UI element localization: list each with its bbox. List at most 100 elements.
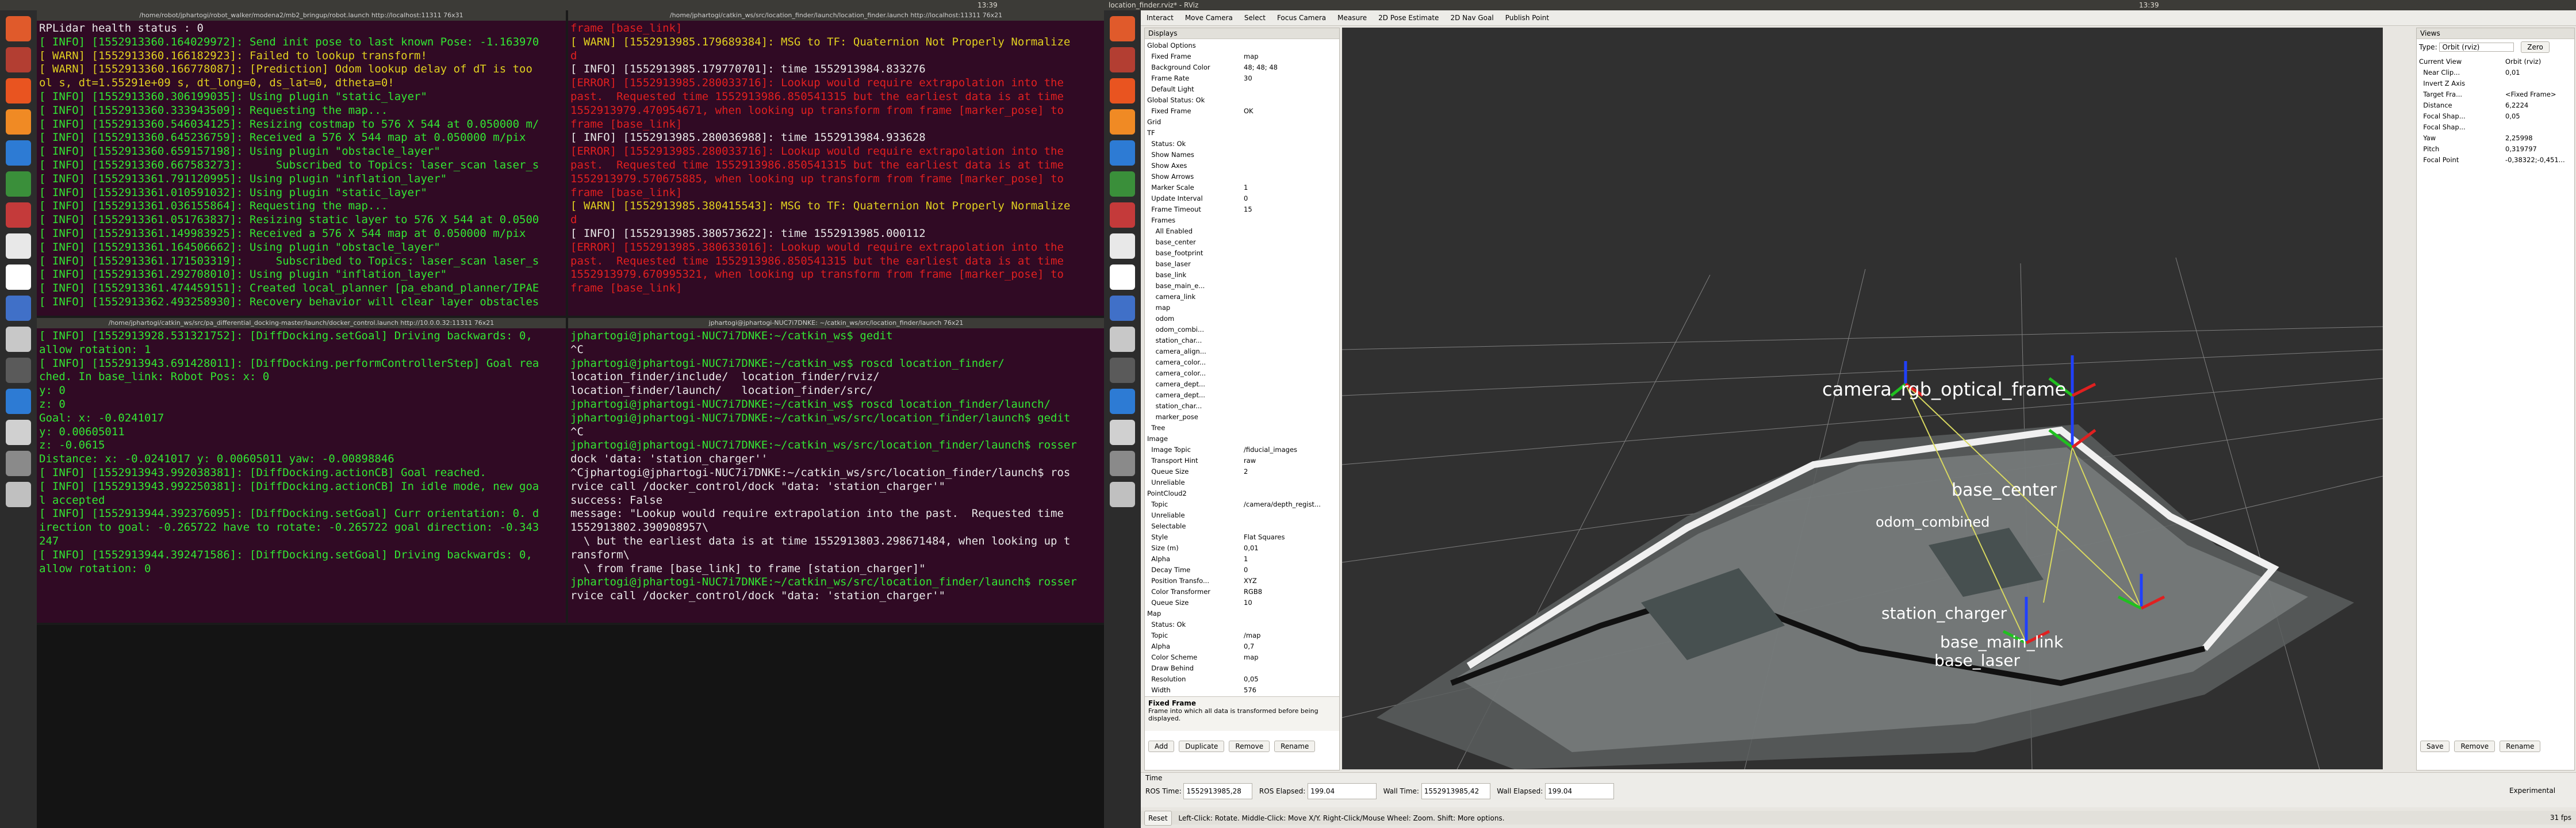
launcher-app-icon[interactable] [1110, 233, 1135, 259]
launcher-app-icon[interactable] [6, 78, 31, 103]
display-property-row[interactable]: Unreliable [1147, 477, 1337, 488]
views-save-button[interactable]: Save [2420, 741, 2450, 752]
launcher-app-icon[interactable] [1110, 264, 1135, 290]
toolbar-tool-2d-pose-estimate[interactable]: 2D Pose Estimate [1373, 10, 1444, 25]
launcher-app-icon[interactable] [6, 47, 31, 72]
display-remove-button[interactable]: Remove [1229, 741, 1270, 752]
display-property-row[interactable]: camera_color... [1147, 368, 1337, 379]
display-property-row[interactable]: Update Interval 0 [1147, 193, 1337, 204]
display-property-row[interactable]: Show Axes [1147, 160, 1337, 171]
launcher-app-icon[interactable] [1110, 171, 1135, 197]
reset-button[interactable]: Reset [1144, 811, 1172, 826]
display-property-row[interactable]: camera_color... [1147, 357, 1337, 368]
display-property-row[interactable]: Global Status: Ok [1147, 95, 1337, 106]
launcher-app-icon[interactable] [6, 233, 31, 259]
launcher-app-icon[interactable] [6, 109, 31, 135]
launcher-app-icon[interactable] [1110, 109, 1135, 135]
display-property-row[interactable]: Draw Behind [1147, 663, 1337, 674]
display-property-row[interactable]: Background Color 48; 48; 48 [1147, 62, 1337, 73]
launcher-app-icon[interactable] [6, 296, 31, 321]
terminal-location-finder[interactable]: /home/jphartogi/catkin_ws/src/location_f… [568, 10, 1104, 316]
display-property-row[interactable]: Tree [1147, 423, 1337, 434]
display-property-row[interactable]: Style Flat Squares [1147, 532, 1337, 543]
display-property-row[interactable]: Default Light [1147, 84, 1337, 95]
display-property-row[interactable]: odom_combi... [1147, 324, 1337, 335]
display-property-row[interactable]: PointCloud2 [1147, 488, 1337, 499]
view-property-row[interactable]: Focal Point -0,38322;-0,451... [2419, 155, 2572, 166]
display-property-row[interactable]: Width 576 [1147, 685, 1337, 696]
display-property-row[interactable]: camera_dept... [1147, 379, 1337, 390]
display-property-row[interactable]: Image Topic/fiducial_images [1147, 444, 1337, 455]
display-property-row[interactable]: base_center [1147, 237, 1337, 248]
view-property-row[interactable]: Yaw 2,25998 [2419, 133, 2572, 144]
display-property-row[interactable]: TF [1147, 128, 1337, 139]
views-tree[interactable]: Current View Orbit (rviz) Near Clip... 0,0… [2417, 55, 2574, 167]
display-property-row[interactable]: Marker Scale 1 [1147, 182, 1337, 193]
display-property-row[interactable]: Transport Hint raw [1147, 455, 1337, 466]
display-property-row[interactable]: map [1147, 302, 1337, 313]
view-property-row[interactable]: Invert Z Axis [2419, 78, 2572, 89]
display-property-row[interactable]: Status: Ok [1147, 139, 1337, 150]
display-property-row[interactable]: marker_pose [1147, 412, 1337, 423]
display-add-button[interactable]: Add [1148, 741, 1175, 752]
terminal-robot-launch[interactable]: /home/robot/jphartogi/robot_walker/moden… [37, 10, 566, 316]
launcher-app-icon[interactable] [6, 482, 31, 507]
launcher-app-icon[interactable] [6, 451, 31, 476]
views-remove-button[interactable]: Remove [2454, 741, 2496, 752]
views-rename-button[interactable]: Rename [2500, 741, 2541, 752]
display-property-row[interactable]: Topic/map [1147, 630, 1337, 641]
launcher-app-icon[interactable] [1110, 47, 1135, 72]
ros-elapsed-field[interactable]: 199.04 [1308, 783, 1377, 799]
launcher-app-icon[interactable] [1110, 482, 1135, 507]
launcher-app-icon[interactable] [1110, 358, 1135, 383]
launcher-app-icon[interactable] [6, 327, 31, 352]
launcher-app-icon[interactable] [1110, 451, 1135, 476]
launcher-app-icon[interactable] [1110, 202, 1135, 228]
launcher-app-icon[interactable] [1110, 16, 1135, 41]
display-property-row[interactable]: Image [1147, 434, 1337, 444]
display-property-row[interactable]: Show Names [1147, 150, 1337, 160]
display-property-row[interactable]: Map [1147, 608, 1337, 619]
launcher-app-icon[interactable] [1110, 327, 1135, 352]
toolbar-tool-publish-point[interactable]: Publish Point [1500, 10, 1555, 25]
render-3d-view[interactable]: camera_rgb_optical_frame base_center odo… [1342, 28, 2383, 769]
terminal-docker-control[interactable]: /home/jphartogi/catkin_ws/src/pa_differe… [37, 318, 566, 623]
display-property-row[interactable]: odom [1147, 313, 1337, 324]
view-property-row[interactable]: Focal Shap... 0,05 [2419, 111, 2572, 122]
display-duplicate-button[interactable]: Duplicate [1179, 741, 1225, 752]
display-property-row[interactable]: Fixed Frame OK [1147, 106, 1337, 117]
display-property-row[interactable]: Global Options [1147, 40, 1337, 51]
display-rename-button[interactable]: Rename [1274, 741, 1316, 752]
zero-button[interactable]: Zero [2521, 41, 2550, 53]
toolbar-tool-measure[interactable]: Measure [1332, 10, 1373, 25]
launcher-app-icon[interactable] [1110, 296, 1135, 321]
view-property-row[interactable]: Target Fra... <Fixed Frame> [2419, 89, 2572, 100]
display-property-row[interactable]: Color Transformer RGB8 [1147, 586, 1337, 597]
display-property-row[interactable]: base_main_e... [1147, 281, 1337, 292]
display-property-row[interactable]: station_char... [1147, 335, 1337, 346]
display-property-row[interactable]: Alpha 0,7 [1147, 641, 1337, 652]
launcher-app-icon[interactable] [1110, 389, 1135, 414]
ros-time-field[interactable]: 1552913985,28 [1183, 783, 1253, 799]
display-property-row[interactable]: Topic/camera/depth_regist... [1147, 499, 1337, 510]
display-property-row[interactable]: Resolution 0,05 [1147, 674, 1337, 685]
launcher-app-icon[interactable] [6, 389, 31, 414]
launcher-app-icon[interactable] [6, 264, 31, 290]
terminal-shell[interactable]: jphartogi@jphartogi-NUC7i7DNKE: ~/catkin… [568, 318, 1104, 623]
view-property-row[interactable]: Near Clip... 0,01 [2419, 67, 2572, 78]
display-property-row[interactable]: base_laser [1147, 259, 1337, 270]
view-property-row[interactable]: Pitch 0,319797 [2419, 144, 2572, 155]
display-property-row[interactable]: Size (m) 0,01 [1147, 543, 1337, 554]
display-property-row[interactable]: Frame Rate 30 [1147, 73, 1337, 84]
display-property-row[interactable]: Position Transfo... XYZ [1147, 576, 1337, 586]
toolbar-tool-2d-nav-goal[interactable]: 2D Nav Goal [1444, 10, 1499, 25]
launcher-app-icon[interactable] [6, 202, 31, 228]
displays-tree[interactable]: Global Options Fixed Frame map Background… [1145, 39, 1339, 697]
launcher-app-icon[interactable] [6, 16, 31, 41]
view-property-row[interactable]: Focal Shap... [2419, 122, 2572, 133]
launcher-app-icon[interactable] [1110, 420, 1135, 445]
toolbar-tool-interact[interactable]: Interact [1141, 10, 1179, 25]
display-property-row[interactable]: Selectable [1147, 521, 1337, 532]
display-property-row[interactable]: Frames [1147, 215, 1337, 226]
display-property-row[interactable]: Decay Time 0 [1147, 565, 1337, 576]
